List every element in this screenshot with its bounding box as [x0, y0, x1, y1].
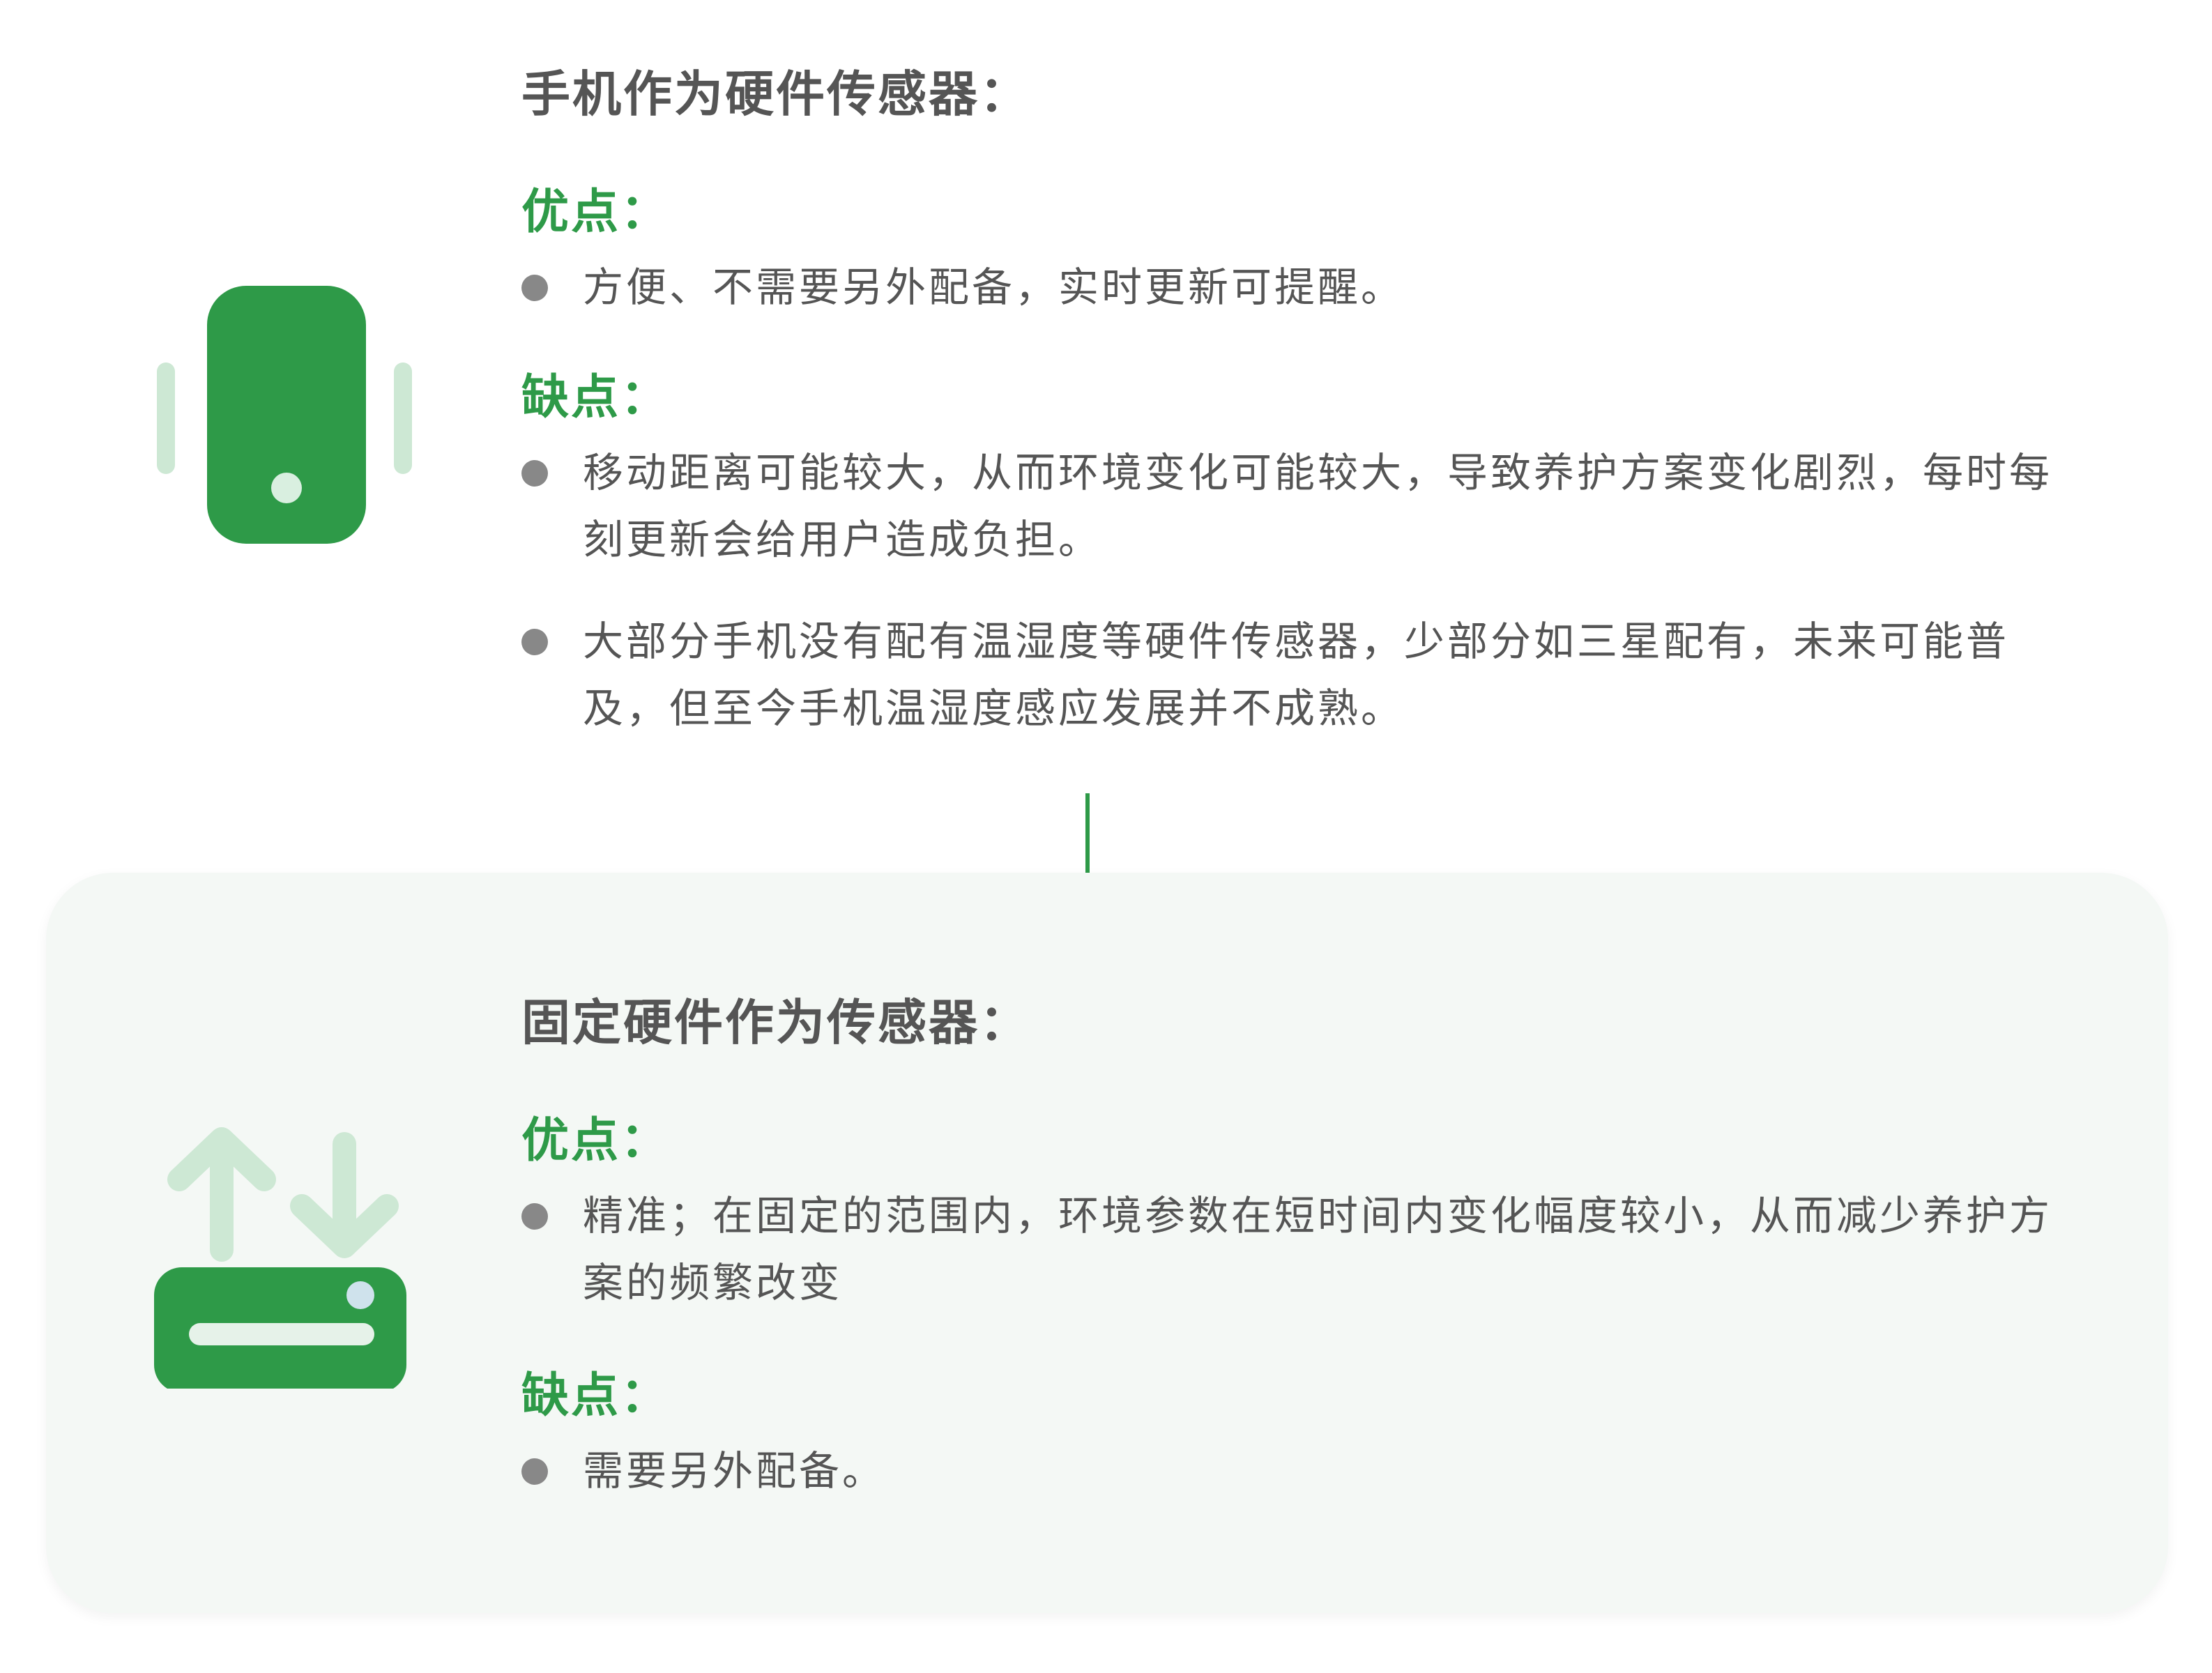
- list-item: 精准；在固定的范围内，环境参数在短时间内变化幅度较小，从而减少养护方案的频繁改变: [521, 1182, 2055, 1316]
- fixed-sensor-panel: 固定硬件作为传感器： 优点： 精准；在固定的范围内，环境参数在短时间内变化幅度较…: [46, 873, 2168, 1613]
- pros-list: 精准；在固定的范围内，环境参数在短时间内变化幅度较小，从而减少养护方案的频繁改变: [521, 1182, 2055, 1316]
- cons-label: 缺点：: [521, 370, 671, 425]
- cons-list: 需要另外配备。: [521, 1437, 2055, 1504]
- section-title: 手机作为硬件传感器：: [521, 66, 1030, 123]
- phone-sensor-section: 手机作为硬件传感器： 优点： 方便、不需要另外配备，实时更新可提醒。 缺点： 移…: [0, 0, 2212, 823]
- list-item: 大部分手机没有配有温湿度等硬件传感器，少部分如三星配有，未来可能普及，但至今手机…: [521, 608, 2055, 742]
- bullet-dot: [521, 1458, 548, 1485]
- pros-label: 优点：: [521, 1113, 671, 1168]
- bullet-dot: [521, 275, 548, 301]
- bullet-dot: [521, 629, 548, 655]
- fixed-sensor-content: 固定硬件作为传感器： 优点： 精准；在固定的范围内，环境参数在短时间内变化幅度较…: [521, 991, 2055, 1504]
- bullet-dot: [521, 460, 548, 487]
- pros-label: 优点：: [521, 185, 671, 240]
- router-upload-download-icon: [154, 1127, 406, 1389]
- list-item: 需要另外配备。: [521, 1437, 2055, 1504]
- bullet-dot: [521, 1203, 548, 1230]
- phone-vibrate-icon: [157, 286, 412, 544]
- phone-sensor-content: 手机作为硬件传感器： 优点： 方便、不需要另外配备，实时更新可提醒。 缺点： 移…: [521, 63, 2055, 742]
- list-item: 方便、不需要另外配备，实时更新可提醒。: [521, 254, 2055, 321]
- cons-label: 缺点：: [521, 1368, 671, 1423]
- pros-list: 方便、不需要另外配备，实时更新可提醒。: [521, 254, 2055, 321]
- cons-list: 移动距离可能较大，从而环境变化可能较大，导致养护方案变化剧烈，每时每刻更新会给用…: [521, 439, 2055, 742]
- section-title: 固定硬件作为传感器：: [521, 994, 1030, 1051]
- list-item: 移动距离可能较大，从而环境变化可能较大，导致养护方案变化剧烈，每时每刻更新会给用…: [521, 439, 2055, 573]
